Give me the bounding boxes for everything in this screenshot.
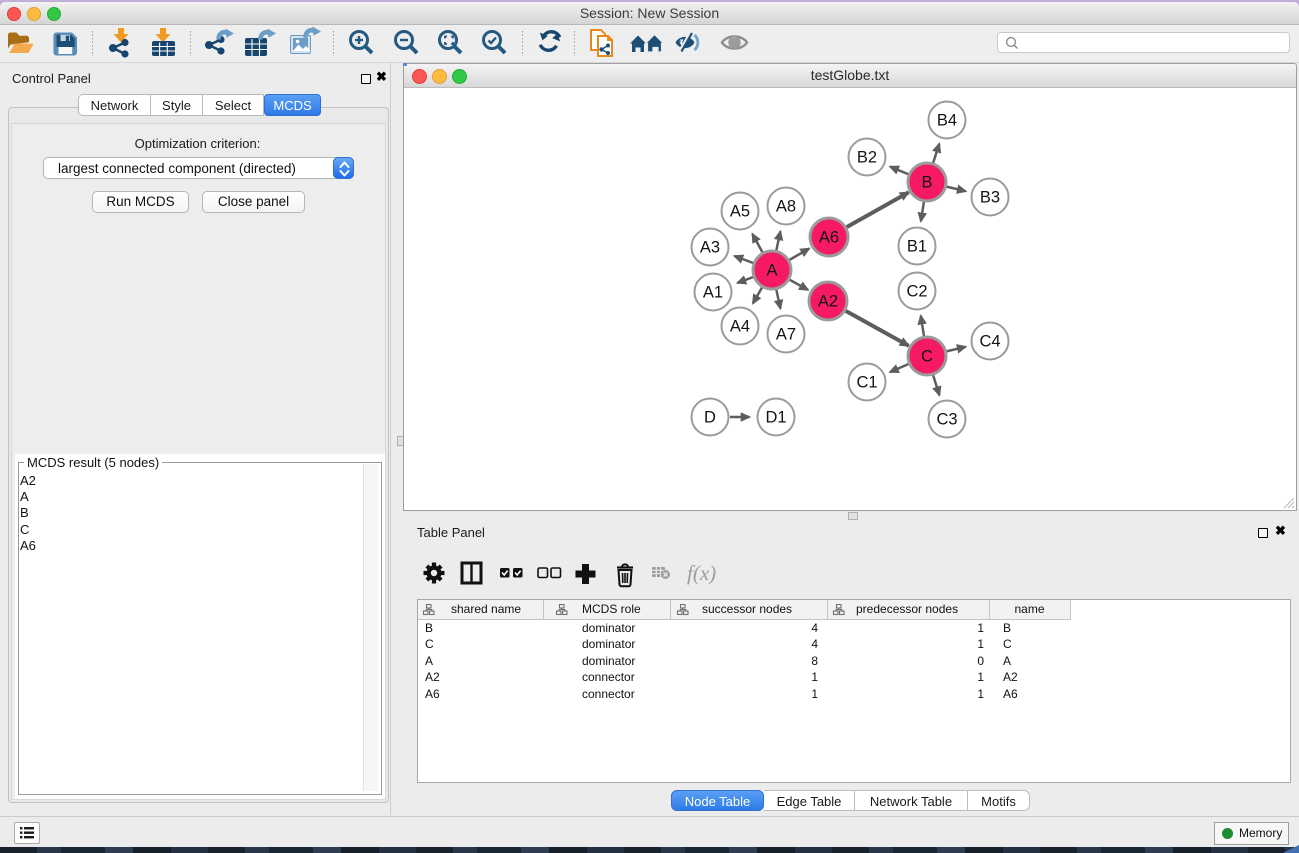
svg-text:A2: A2 — [818, 293, 838, 311]
svg-text:A8: A8 — [776, 198, 796, 216]
svg-text:B: B — [921, 174, 932, 192]
svg-text:A3: A3 — [700, 239, 720, 257]
svg-text:f(x): f(x) — [687, 561, 716, 585]
svg-text:A: A — [766, 262, 777, 280]
svg-text:D: D — [704, 409, 716, 427]
svg-text:C2: C2 — [906, 283, 927, 301]
svg-text:B1: B1 — [907, 238, 927, 256]
svg-text:A4: A4 — [730, 318, 750, 336]
svg-text:D1: D1 — [765, 409, 786, 427]
svg-text:B4: B4 — [937, 112, 957, 130]
svg-text:C1: C1 — [856, 374, 877, 392]
svg-text:A5: A5 — [730, 203, 750, 221]
svg-text:B3: B3 — [980, 189, 1000, 207]
svg-text:B2: B2 — [857, 149, 877, 167]
svg-text:A7: A7 — [776, 326, 796, 344]
svg-text:C3: C3 — [936, 411, 957, 429]
svg-text:A6: A6 — [819, 229, 839, 247]
svg-text:A1: A1 — [703, 284, 723, 302]
svg-text:C4: C4 — [979, 333, 1000, 351]
svg-text:C: C — [921, 348, 933, 366]
